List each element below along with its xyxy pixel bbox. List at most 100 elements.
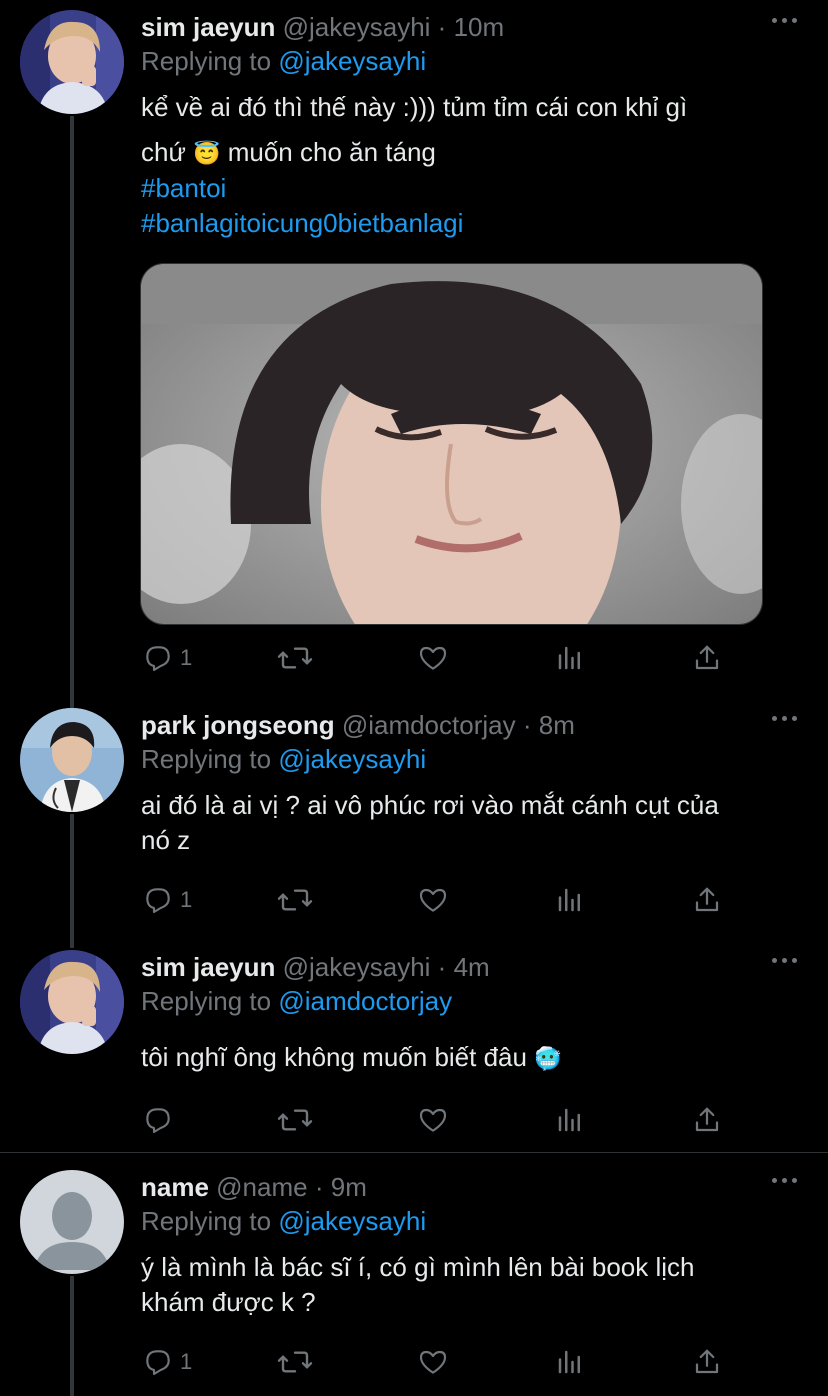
separator: · (522, 710, 532, 740)
retweet-button[interactable] (276, 640, 314, 676)
text-line: kể về ai đó thì thế này :))) tủm tỉm cái… (141, 92, 688, 122)
avatar[interactable] (20, 10, 124, 114)
share-icon (695, 887, 719, 912)
share-button[interactable] (692, 882, 722, 918)
tweet-text: kể về ai đó thì thế này :))) tủm tỉm cái… (141, 90, 687, 241)
cold-face-emoji: 🥶 (534, 1046, 562, 1071)
replying-prefix: Replying to (141, 46, 279, 76)
text-segment: tôi nghĩ ông không muốn biết đâu (141, 1042, 535, 1072)
reply-icon (146, 1108, 170, 1134)
views-button[interactable] (555, 1102, 585, 1138)
tweet-text: ai đó là ai vị ? ai vô phúc rơi vào mắt … (141, 788, 719, 858)
text-line: ai đó là ai vị ? ai vô phúc rơi vào mắt … (141, 790, 719, 820)
views-icon (558, 888, 580, 912)
handle[interactable]: @jakeysayhi (283, 952, 431, 982)
more-icon[interactable] (772, 956, 802, 966)
heart-icon (419, 646, 447, 670)
views-icon (558, 646, 580, 670)
mention-link[interactable]: @jakeysayhi (278, 744, 426, 774)
heart-icon (419, 1108, 447, 1132)
timestamp[interactable]: 9m (331, 1172, 367, 1202)
tweet-header: park jongseong @iamdoctorjay · 8m (141, 710, 575, 741)
like-button[interactable] (416, 1344, 450, 1380)
tweet-header: sim jaeyun @jakeysayhi · 10m (141, 12, 504, 43)
text-segment: muốn cho ăn táng (220, 137, 436, 167)
hashtag-link[interactable]: #bantoi (141, 171, 687, 206)
display-name[interactable]: sim jaeyun (141, 12, 275, 42)
separator: · (314, 1172, 324, 1202)
reply-count: 1 (180, 1349, 193, 1374)
replying-to: Replying to @jakeysayhi (141, 744, 426, 775)
reply-button[interactable]: 1 (142, 640, 192, 676)
tweet-text: tôi nghĩ ông không muốn biết đâu 🥶 (141, 1040, 562, 1076)
mention-link[interactable]: @jakeysayhi (278, 46, 426, 76)
text-line: ý là mình là bác sĩ í, có gì mình lên bà… (141, 1252, 695, 1282)
display-name[interactable]: name (141, 1172, 209, 1202)
mention-link[interactable]: @jakeysayhi (278, 1206, 426, 1236)
tweet-actions: 1 (140, 640, 740, 676)
timestamp[interactable]: 4m (454, 952, 490, 982)
retweet-icon (277, 1351, 313, 1373)
replying-to: Replying to @jakeysayhi (141, 46, 426, 77)
retweet-button[interactable] (276, 1344, 314, 1380)
like-button[interactable] (416, 1102, 450, 1138)
more-icon[interactable] (772, 1176, 802, 1186)
share-icon (695, 645, 719, 670)
avatar[interactable] (20, 950, 124, 1054)
retweet-icon (277, 889, 313, 911)
tweet[interactable]: park jongseong @iamdoctorjay · 8m Replyi… (0, 698, 828, 948)
tweet-header: name @name · 9m (141, 1172, 367, 1203)
reply-count: 1 (180, 887, 193, 912)
share-button[interactable] (692, 1102, 722, 1138)
share-icon (695, 1107, 719, 1132)
text-line: chứ 😇 muốn cho ăn táng (141, 135, 687, 171)
reply-icon (146, 1350, 170, 1376)
reply-button[interactable] (142, 1102, 180, 1138)
tweet[interactable]: sim jaeyun @jakeysayhi · 10m Replying to… (0, 0, 828, 700)
text-line: nó z (141, 825, 191, 855)
handle[interactable]: @jakeysayhi (283, 12, 431, 42)
avatar[interactable] (20, 1170, 124, 1274)
heart-icon (419, 888, 447, 912)
tweet-actions: 1 (140, 1344, 740, 1380)
tweet-header: sim jaeyun @jakeysayhi · 4m (141, 952, 490, 983)
share-button[interactable] (692, 1344, 722, 1380)
handle[interactable]: @name (216, 1172, 307, 1202)
text-line: tôi nghĩ ông không muốn biết đâu 🥶 (141, 1040, 562, 1076)
views-button[interactable] (555, 882, 585, 918)
hashtag-link[interactable]: #banlagitoicung0bietbanlagi (141, 206, 687, 241)
timestamp[interactable]: 8m (539, 710, 575, 740)
retweet-button[interactable] (276, 882, 314, 918)
tweet-image[interactable] (140, 263, 763, 625)
share-button[interactable] (692, 640, 722, 676)
tweet[interactable]: sim jaeyun @jakeysayhi · 4m Replying to … (0, 940, 828, 1150)
views-icon (558, 1108, 580, 1132)
views-button[interactable] (555, 1344, 585, 1380)
views-button[interactable] (555, 640, 585, 676)
tweet[interactable]: name @name · 9m Replying to @jakeysayhi … (0, 1160, 828, 1396)
more-icon[interactable] (772, 714, 802, 724)
replying-to: Replying to @iamdoctorjay (141, 986, 452, 1017)
retweet-icon (277, 647, 313, 669)
heart-icon (419, 1350, 447, 1374)
mention-link[interactable]: @iamdoctorjay (278, 986, 452, 1016)
timestamp[interactable]: 10m (454, 12, 505, 42)
tweet-actions: 1 (140, 882, 740, 918)
reply-button[interactable]: 1 (142, 882, 192, 918)
separator: · (437, 12, 447, 42)
tweet-text: ý là mình là bác sĩ í, có gì mình lên bà… (141, 1250, 695, 1320)
replying-prefix: Replying to (141, 1206, 279, 1236)
like-button[interactable] (416, 640, 450, 676)
avatar[interactable] (20, 708, 124, 812)
retweet-button[interactable] (276, 1102, 314, 1138)
display-name[interactable]: park jongseong (141, 710, 335, 740)
reply-count: 1 (180, 645, 193, 670)
reply-icon (146, 888, 170, 914)
more-icon[interactable] (772, 16, 802, 26)
text-line: khám được k ? (141, 1287, 316, 1317)
separator: · (437, 952, 447, 982)
reply-button[interactable]: 1 (142, 1344, 192, 1380)
like-button[interactable] (416, 882, 450, 918)
handle[interactable]: @iamdoctorjay (342, 710, 516, 740)
display-name[interactable]: sim jaeyun (141, 952, 275, 982)
